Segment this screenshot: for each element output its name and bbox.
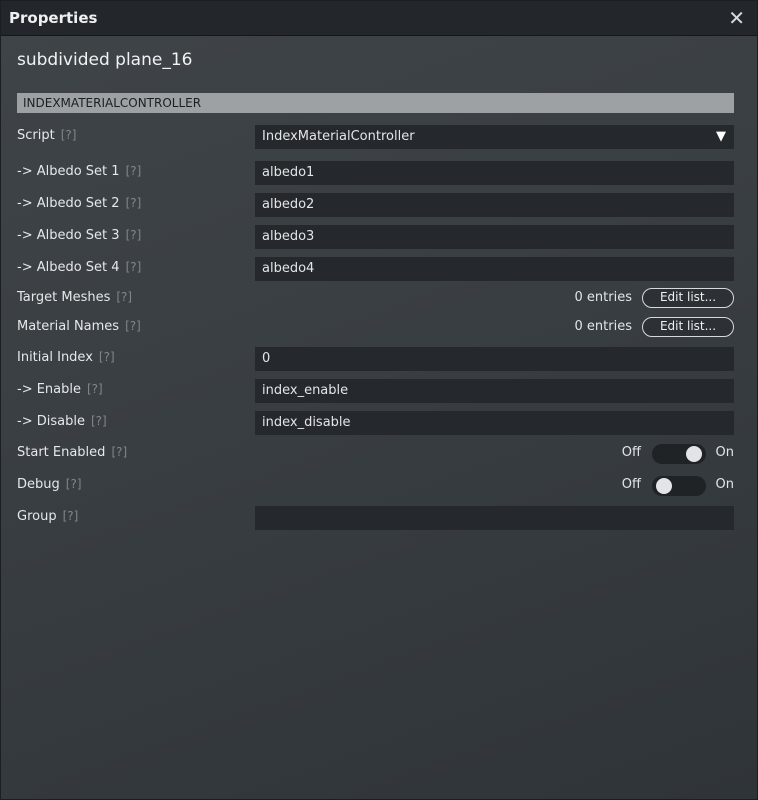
help-icon[interactable]: [?] [99,350,115,364]
help-icon[interactable]: [?] [111,445,127,459]
object-name: subdivided plane_16 [17,50,193,70]
debug-label: Debug [?] [17,477,82,492]
help-icon[interactable]: [?] [126,196,142,210]
target-meshes-row: Target Meshes [?] 0 entries Edit list... [17,287,734,311]
group-row: Group [?] [17,506,734,530]
title-bar[interactable]: Properties ✕ [1,1,757,36]
help-icon[interactable]: [?] [61,128,77,142]
material-names-edit-button[interactable]: Edit list... [642,317,734,337]
initial-index-row: Initial Index [?] 0 [17,347,734,371]
start-enabled-toggle[interactable] [652,444,706,464]
albedo-set-3-input[interactable]: albedo3 [255,225,734,249]
toggle-knob [686,446,702,462]
albedo-set-1-input[interactable]: albedo1 [255,161,734,185]
group-input[interactable] [255,506,734,530]
albedo-set-4-input[interactable]: albedo4 [255,257,734,281]
debug-off-label: Off [621,477,641,492]
help-icon[interactable]: [?] [63,509,79,523]
debug-on-label: On [715,477,734,492]
help-icon[interactable]: [?] [126,260,142,274]
debug-toggle[interactable] [652,476,706,496]
group-label: Group [?] [17,509,79,524]
component-header: INDEXMATERIALCONTROLLER [17,93,734,113]
help-icon[interactable]: [?] [125,319,141,333]
material-names-row: Material Names [?] 0 entries Edit list... [17,316,734,340]
window-title: Properties [9,9,98,27]
initial-index-input[interactable]: 0 [255,347,734,371]
material-names-label: Material Names [?] [17,319,141,334]
albedo-set-3-row: -> Albedo Set 3 [?] albedo3 [17,225,734,249]
debug-row: Debug [?] Off On [17,474,734,498]
help-icon[interactable]: [?] [126,164,142,178]
script-label: Script [?] [17,128,77,143]
material-names-count: 0 entries [574,319,632,334]
albedo-set-2-label: -> Albedo Set 2 [?] [17,196,142,211]
toggle-knob [656,478,672,494]
help-icon[interactable]: [?] [87,382,103,396]
target-meshes-edit-button[interactable]: Edit list... [642,288,734,308]
albedo-set-3-label: -> Albedo Set 3 [?] [17,228,142,243]
disable-row: -> Disable [?] index_disable [17,411,734,435]
chevron-down-icon[interactable]: ▼ [716,125,726,149]
albedo-set-2-row: -> Albedo Set 2 [?] albedo2 [17,193,734,217]
enable-input[interactable]: index_enable [255,379,734,403]
help-icon[interactable]: [?] [116,290,132,304]
albedo-set-4-row: -> Albedo Set 4 [?] albedo4 [17,257,734,281]
start-enabled-label: Start Enabled [?] [17,445,128,460]
start-enabled-on-label: On [715,445,734,460]
albedo-set-2-input[interactable]: albedo2 [255,193,734,217]
enable-row: -> Enable [?] index_enable [17,379,734,403]
help-icon[interactable]: [?] [66,477,82,491]
help-icon[interactable]: [?] [126,228,142,242]
albedo-set-1-label: -> Albedo Set 1 [?] [17,164,142,179]
script-value: IndexMaterialController [262,129,415,144]
target-meshes-count: 0 entries [574,290,632,305]
help-icon[interactable]: [?] [91,414,107,428]
albedo-set-1-row: -> Albedo Set 1 [?] albedo1 [17,161,734,185]
script-row: Script [?] IndexMaterialController ▼ [17,125,734,149]
albedo-set-4-label: -> Albedo Set 4 [?] [17,260,142,275]
start-enabled-row: Start Enabled [?] Off On [17,442,734,466]
initial-index-label: Initial Index [?] [17,350,115,365]
target-meshes-label: Target Meshes [?] [17,290,133,305]
disable-label: -> Disable [?] [17,414,107,429]
enable-label: -> Enable [?] [17,382,103,397]
close-icon[interactable]: ✕ [728,6,745,30]
start-enabled-off-label: Off [621,445,641,460]
disable-input[interactable]: index_disable [255,411,734,435]
properties-window: Properties ✕ subdivided plane_16 INDEXMA… [0,0,758,800]
script-dropdown[interactable]: IndexMaterialController ▼ [255,125,734,149]
